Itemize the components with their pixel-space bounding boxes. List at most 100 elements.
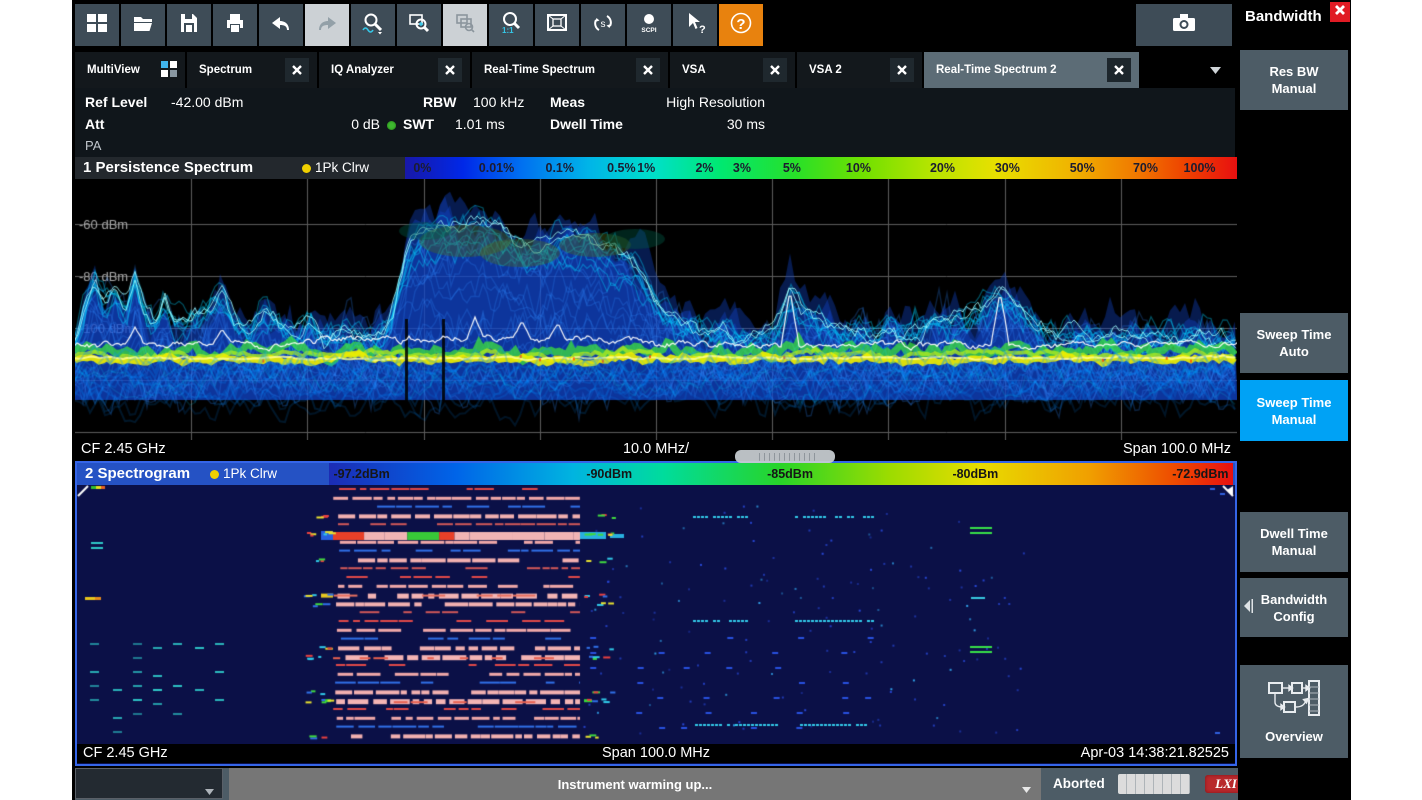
help-button[interactable]: ? (719, 4, 763, 46)
softkey-overview[interactable]: Overview (1240, 665, 1348, 758)
close-icon[interactable] (1107, 58, 1131, 82)
persistence-scale-label: 10% (846, 161, 871, 175)
softkey-menu-title: Bandwidth (1245, 8, 1322, 25)
status-selector-dropdown[interactable] (75, 768, 223, 799)
spectrogram-scale-label: -72.9dBm (1172, 467, 1228, 481)
tab-overflow-button[interactable] (1210, 61, 1221, 79)
persistence-footer: CF 2.45 GHz 10.0 MHz/ Span 100.0 MHz (75, 440, 1237, 459)
spectrogram-display[interactable] (77, 485, 1235, 743)
open-file-button[interactable] (121, 4, 165, 46)
close-icon[interactable] (438, 58, 462, 82)
tab-multiview[interactable]: MultiView (75, 52, 185, 88)
trace-marker-icon (302, 164, 311, 173)
persistence-scale-label: 2% (695, 161, 713, 175)
analyzer-window: 1:1 s SCPI ? ? MultiView Spectrum IQ Ana… (0, 0, 1422, 800)
att-value[interactable]: 0 dB (310, 116, 380, 132)
persistence-display[interactable] (75, 179, 1237, 440)
chevron-down-icon (205, 782, 214, 800)
close-icon[interactable] (636, 58, 660, 82)
span: Span 100.0 MHz (1123, 441, 1231, 457)
spectrogram-scale-label: -85dBm (767, 467, 813, 481)
swt-label: SWT (403, 116, 434, 132)
persistence-scale-label: 1% (637, 161, 655, 175)
status-bar: Instrument warming up... Aborted LXI 03.… (75, 768, 1351, 800)
context-help-button[interactable]: ? (673, 4, 717, 46)
softkey-label: Bandwidth (1261, 591, 1327, 608)
tab-vsa-2[interactable]: VSA 2 (797, 52, 922, 88)
persistence-scale-label: 0% (413, 161, 431, 175)
channel-tabs: MultiView Spectrum IQ Analyzer Real-Time… (75, 52, 1235, 88)
close-icon[interactable] (890, 58, 914, 82)
camera-icon (1168, 9, 1200, 42)
persistence-scale-label: 50% (1070, 161, 1095, 175)
softkey-sweep-time-manual[interactable]: Sweep TimeManual (1240, 380, 1348, 441)
undo-icon (269, 11, 293, 40)
tab-label: IQ Analyzer (331, 64, 430, 76)
meas-value[interactable]: High Resolution (593, 94, 765, 110)
softkey-dwell-time-manual[interactable]: Dwell TimeManual (1240, 512, 1348, 572)
toolbar: 1:1 s SCPI ? ? (75, 4, 763, 46)
softkey-label: Manual (1272, 542, 1317, 559)
zoom-trace-button[interactable] (351, 4, 395, 46)
zoom-1to1-button[interactable]: 1:1 (489, 4, 533, 46)
persistence-title-bar[interactable]: 1 Persistence Spectrum 1Pk Clrw 0%0.01%0… (75, 157, 1237, 179)
fullscreen-button[interactable] (535, 4, 579, 46)
overlay-windows-button[interactable] (443, 4, 487, 46)
tab-label: Spectrum (199, 64, 277, 76)
persistence-spectrum-window: 1 Persistence Spectrum 1Pk Clrw 0%0.01%0… (75, 157, 1237, 459)
redo-button[interactable] (305, 4, 349, 46)
softkey-bandwidth-config[interactable]: BandwidthConfig (1240, 578, 1348, 637)
scpi-button[interactable]: SCPI (627, 4, 671, 46)
status-message-bar[interactable]: Instrument warming up... (229, 768, 1041, 800)
swt-value[interactable]: 1.01 ms (455, 116, 505, 132)
softkey-res-bw-manual[interactable]: Res BWManual (1240, 50, 1348, 110)
sync-icon: s (591, 11, 615, 40)
center-frequency: CF 2.45 GHz (83, 745, 168, 761)
undo-button[interactable] (259, 4, 303, 46)
spectrogram-title-bar[interactable]: 2 Spectrogram 1Pk Clrw -97.2dBm-90dBm-85… (77, 463, 1235, 485)
ref-level-label: Ref Level (85, 94, 147, 110)
softkey-label: Config (1273, 608, 1314, 625)
softkey-label: Auto (1279, 343, 1309, 360)
zoom-trace-icon (361, 11, 385, 40)
zoom-1to1-icon: 1:1 (499, 11, 523, 40)
spectrogram-footer: CF 2.45 GHz Span 100.0 MHz Apr-03 14:38:… (77, 744, 1235, 763)
tab-real-time-spectrum[interactable]: Real-Time Spectrum (472, 52, 668, 88)
spectrogram-window: 2 Spectrogram 1Pk Clrw -97.2dBm-90dBm-85… (75, 461, 1237, 766)
open-file-icon (131, 11, 155, 40)
zoom-area-button[interactable] (397, 4, 441, 46)
persistence-scale-label: 30% (995, 161, 1020, 175)
persistence-scale-label: 20% (930, 161, 955, 175)
window-title: 1 Persistence Spectrum (83, 159, 253, 176)
sync-button[interactable]: s (581, 4, 625, 46)
collapse-arrow-icon (1243, 598, 1254, 618)
spectrogram-color-scale: -97.2dBm-90dBm-85dBm-80dBm-72.9dBm (329, 463, 1233, 485)
windows-menu-button[interactable] (75, 4, 119, 46)
rbw-value[interactable]: 100 kHz (473, 94, 524, 110)
tab-spectrum[interactable]: Spectrum (187, 52, 317, 88)
close-icon[interactable] (285, 58, 309, 82)
ref-level-value[interactable]: -42.00 dBm (171, 94, 243, 110)
persistence-scale-label: 5% (783, 161, 801, 175)
close-menu-button[interactable] (1330, 2, 1350, 22)
save-button[interactable] (167, 4, 211, 46)
pa-indicator: PA (85, 138, 101, 153)
overview-diagram-icon (1267, 678, 1321, 724)
tab-overflow-area (1141, 52, 1235, 88)
screenshot-button[interactable] (1136, 4, 1232, 46)
dwell-time-value[interactable]: 30 ms (593, 116, 765, 132)
svg-text:?: ? (699, 24, 706, 35)
print-button[interactable] (213, 4, 257, 46)
softkey-label: Sweep Time (1257, 326, 1332, 343)
frame-timestamp: Apr-03 14:38:21.82525 (1081, 745, 1229, 761)
tab-vsa[interactable]: VSA (670, 52, 795, 88)
tab-label: VSA 2 (809, 64, 882, 76)
softkey-sweep-time-auto[interactable]: Sweep TimeAuto (1240, 313, 1348, 373)
close-icon[interactable] (763, 58, 787, 82)
tab-real-time-spectrum-2[interactable]: Real-Time Spectrum 2 (924, 52, 1139, 88)
tab-iq-analyzer[interactable]: IQ Analyzer (319, 52, 470, 88)
softkey-label: Dwell Time (1260, 525, 1328, 542)
trace-label: 1Pk Clrw (223, 466, 277, 481)
window-splitter-handle[interactable] (735, 450, 835, 463)
softkey-sidebar: Bandwidth Res BWManual Sweep TimeAuto Sw… (1238, 0, 1351, 800)
